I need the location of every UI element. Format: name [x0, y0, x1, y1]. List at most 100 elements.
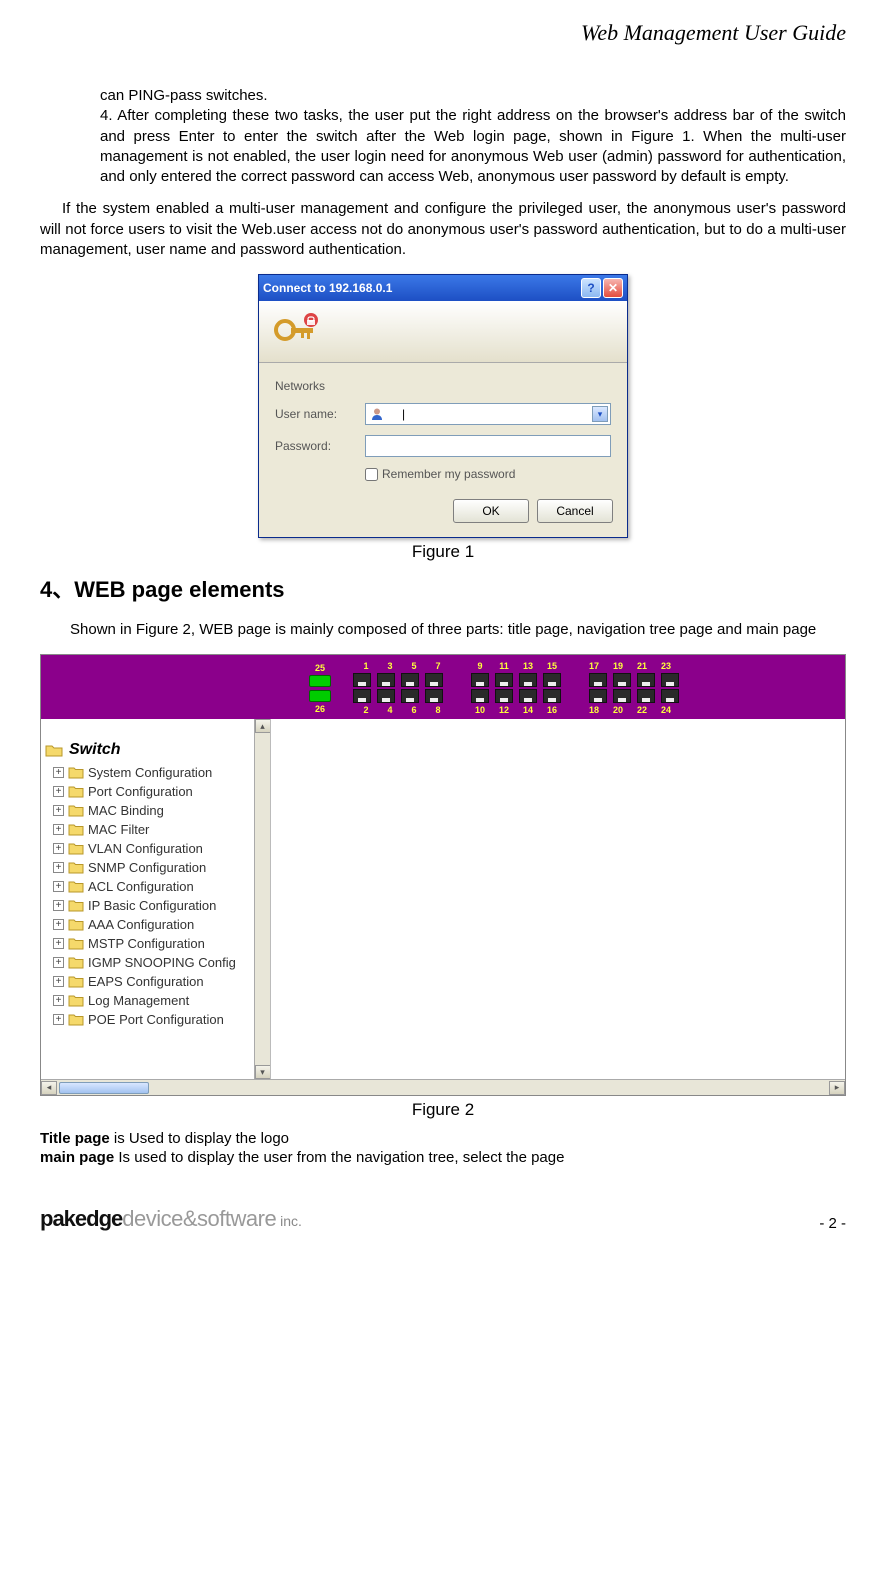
port-labels-top: 1 3 5 7 9 11 13 15 17 19 21 23: [357, 661, 675, 671]
ok-button[interactable]: OK: [453, 499, 529, 523]
port-icon[interactable]: [661, 689, 679, 703]
folder-icon: [68, 861, 84, 874]
figure-2-caption: Figure 2: [40, 1100, 846, 1120]
port-icon[interactable]: [543, 689, 561, 703]
dropdown-button[interactable]: ▾: [592, 406, 608, 422]
expand-icon[interactable]: +: [53, 824, 64, 835]
tree-item[interactable]: +EAPS Configuration: [45, 972, 266, 991]
tree-item[interactable]: + ACL Configuration: [45, 877, 266, 896]
help-button[interactable]: ?: [581, 278, 601, 298]
tree-item[interactable]: +MAC Filter: [45, 820, 266, 839]
tree-item-label: ACL Configuration: [88, 879, 194, 894]
port-icon[interactable]: [589, 673, 607, 687]
port-icon[interactable]: [543, 673, 561, 687]
scroll-down-button[interactable]: ▾: [255, 1065, 271, 1079]
switch-title-panel: 25 26 1 3 5 7 9 11: [41, 655, 845, 719]
tree-item[interactable]: + VLAN Configuration: [45, 839, 266, 858]
password-label: Password:: [275, 439, 365, 453]
port-icon[interactable]: [495, 689, 513, 703]
port-icon[interactable]: [471, 689, 489, 703]
tree-item-label: MAC Binding: [88, 803, 164, 818]
remember-label: Remember my password: [382, 467, 515, 481]
port-icon[interactable]: [661, 673, 679, 687]
port-icon[interactable]: [425, 689, 443, 703]
port-icon[interactable]: [637, 673, 655, 687]
tree-item[interactable]: + POE Port Configuration: [45, 1010, 266, 1029]
tree-item[interactable]: +MSTP Configuration: [45, 934, 266, 953]
folder-icon: [68, 823, 84, 836]
sfp-port[interactable]: [309, 675, 331, 687]
tree-item[interactable]: +System Configuration: [45, 763, 266, 782]
scroll-right-button[interactable]: ▸: [829, 1081, 845, 1095]
expand-icon[interactable]: +: [53, 881, 64, 892]
port-icon[interactable]: [637, 689, 655, 703]
expand-icon[interactable]: +: [53, 900, 64, 911]
port-icon[interactable]: [613, 689, 631, 703]
scroll-left-button[interactable]: ◂: [41, 1081, 57, 1095]
expand-icon[interactable]: +: [53, 938, 64, 949]
tree-item[interactable]: +IGMP SNOOPING Config: [45, 953, 266, 972]
port-icon[interactable]: [377, 673, 395, 687]
tree-item[interactable]: + Log Management: [45, 991, 266, 1010]
tree-item-label: VLAN Configuration: [88, 841, 203, 856]
expand-icon[interactable]: +: [53, 919, 64, 930]
sfp-port[interactable]: [309, 690, 331, 702]
port-icon[interactable]: [353, 689, 371, 703]
cancel-button[interactable]: Cancel: [537, 499, 613, 523]
chevron-down-icon: ▾: [598, 409, 603, 420]
port-icon[interactable]: [519, 689, 537, 703]
tree-item[interactable]: +Port Configuration: [45, 782, 266, 801]
expand-icon[interactable]: +: [53, 843, 64, 854]
expand-icon[interactable]: +: [53, 1014, 64, 1025]
remember-checkbox[interactable]: [365, 468, 378, 481]
tree-root[interactable]: Switch: [45, 741, 266, 759]
dialog-banner: [259, 301, 627, 363]
def-text: is Used to display the logo: [110, 1130, 289, 1147]
main-pane: [271, 719, 845, 1079]
port-icon[interactable]: [353, 673, 371, 687]
dialog-title: Connect to 192.168.0.1: [263, 281, 579, 295]
logo-rest: device&software: [122, 1206, 276, 1231]
expand-icon[interactable]: +: [53, 767, 64, 778]
username-input[interactable]: | ▾: [365, 403, 611, 425]
tree-item[interactable]: +AAA Configuration: [45, 915, 266, 934]
expand-icon[interactable]: +: [53, 805, 64, 816]
port-icon[interactable]: [401, 673, 419, 687]
expand-icon[interactable]: +: [53, 862, 64, 873]
expand-icon[interactable]: +: [53, 786, 64, 797]
def-text: Is used to display the user from the nav…: [114, 1149, 564, 1166]
title-page-def: Title page is Used to display the logo: [40, 1130, 846, 1147]
close-icon: ✕: [608, 281, 618, 295]
figure-1-caption: Figure 1: [40, 542, 846, 562]
expand-icon[interactable]: +: [53, 957, 64, 968]
tree-item[interactable]: + MAC Binding: [45, 801, 266, 820]
switch-body: ▴ ▾ Switch +System Configuration+Port Co…: [41, 719, 845, 1079]
tree-item-label: Log Management: [88, 993, 189, 1008]
port-icon[interactable]: [425, 673, 443, 687]
main-page-def: main page Is used to display the user fr…: [40, 1149, 846, 1166]
folder-icon: [68, 804, 84, 817]
expand-icon[interactable]: +: [53, 976, 64, 987]
close-button[interactable]: ✕: [603, 278, 623, 298]
tree-item[interactable]: +IP Basic Configuration: [45, 896, 266, 915]
port-icon[interactable]: [495, 673, 513, 687]
scrollbar-horizontal[interactable]: ◂ ▸: [41, 1079, 845, 1095]
port-icon[interactable]: [377, 689, 395, 703]
port-icon[interactable]: [613, 673, 631, 687]
folder-icon: [68, 918, 84, 931]
tree-item-label: POE Port Configuration: [88, 1012, 224, 1027]
scroll-up-button[interactable]: ▴: [255, 719, 271, 733]
port-icon[interactable]: [471, 673, 489, 687]
port-icon[interactable]: [519, 673, 537, 687]
expand-icon[interactable]: +: [53, 995, 64, 1006]
port-icon[interactable]: [589, 689, 607, 703]
caret: |: [402, 407, 405, 421]
scroll-thumb[interactable]: [59, 1082, 149, 1094]
folder-icon: [68, 1013, 84, 1026]
logo-inc: inc.: [276, 1213, 302, 1229]
port-icon[interactable]: [401, 689, 419, 703]
tree-item[interactable]: +SNMP Configuration: [45, 858, 266, 877]
password-input[interactable]: [365, 435, 611, 457]
scrollbar-vertical[interactable]: ▴ ▾: [254, 719, 270, 1079]
folder-icon: [68, 956, 84, 969]
